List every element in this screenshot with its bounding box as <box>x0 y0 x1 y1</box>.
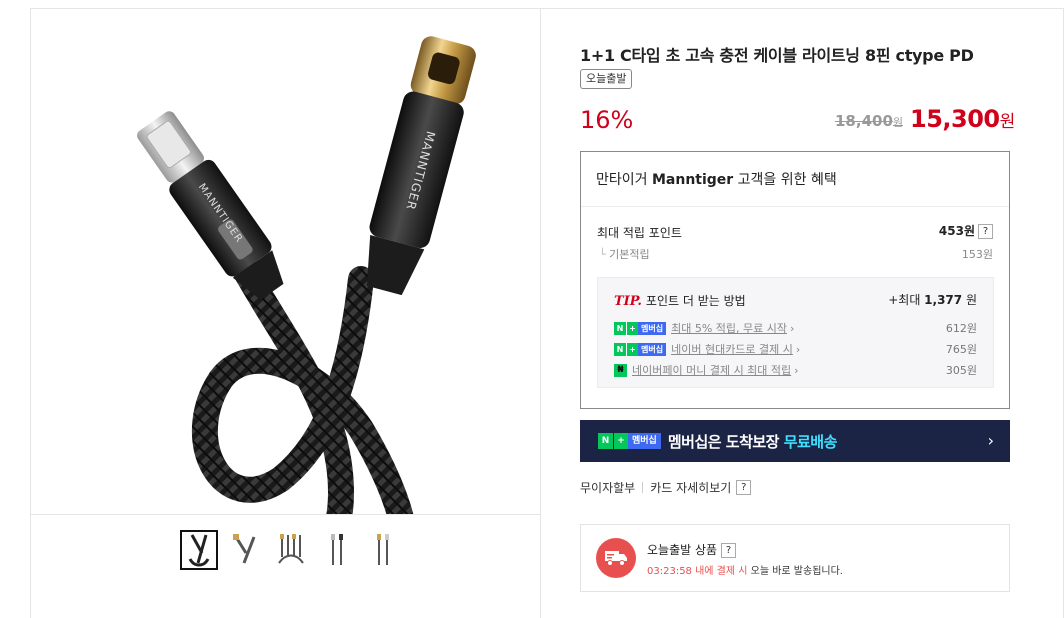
product-title: 1+1 C타입 초 고속 충전 케이블 라이트닝 8핀 ctype PD <box>580 46 974 65</box>
cable-image: MANNTIGER MANNTIGER <box>137 36 476 514</box>
gallery-divider <box>31 514 540 515</box>
product-thumbnail[interactable] <box>364 530 402 570</box>
thumbnail-cable-icon <box>278 534 304 564</box>
tip-item-value: 612원 <box>945 322 977 335</box>
tip-item-link[interactable]: 네이버 현대카드로 결제 시 <box>671 341 793 357</box>
tip-item-link[interactable]: 최대 5% 적립, 무료 시작 <box>671 320 787 336</box>
separator <box>642 482 644 493</box>
today-help-button[interactable]: ? <box>721 543 737 558</box>
max-point-value: 453원? <box>939 222 993 239</box>
benefit-box: 만타이거 Manntiger 고객을 위한 혜택 최대 적립 포인트 453원?… <box>580 151 1010 409</box>
max-point-help-button[interactable]: ? <box>978 224 993 239</box>
thumbnail-cable-icon <box>233 534 256 564</box>
tip-max-point: +최대 1,377 원 <box>888 293 977 307</box>
today-shipping-countdown: 03:23:58 내에 결제 시 오늘 바로 발송됩니다. <box>647 566 843 577</box>
chevron-right-icon: › <box>794 363 799 377</box>
original-price: 18,400원 <box>835 112 904 130</box>
thumbnail-cable-icon <box>331 534 343 565</box>
tip-item-membership[interactable]: N + 멤버십 최대 5% 적립, 무료 시작 › <box>614 320 794 336</box>
card-help-button[interactable]: ? <box>736 480 752 495</box>
card-detail-link[interactable]: 카드 자세히보기 <box>650 479 731 496</box>
product-thumbnail[interactable] <box>318 530 356 570</box>
thumbnail-cable-icon <box>377 534 389 565</box>
discount-rate: 16% <box>580 106 634 134</box>
naver-membership-badge-icon: N + 멤버십 <box>598 433 661 449</box>
column-divider <box>540 8 541 618</box>
chevron-right-icon: › <box>795 342 801 356</box>
chevron-right-icon: › <box>987 431 994 450</box>
tip-box: TIP. 포인트 더 받는 방법 +최대 1,377 원 N + 멤버십 최대 5% … <box>597 277 994 388</box>
today-shipping-title: 오늘출발 상품? <box>647 541 737 558</box>
tip-item-npay-money[interactable]: ₦ 네이버페이 머니 결제 시 최대 적립 › <box>614 362 799 378</box>
base-point-value: 153원 <box>961 248 993 261</box>
membership-banner[interactable]: N + 멤버십 멤버십은 도착보장 무료배송 › <box>580 420 1010 462</box>
tip-item-value: 305원 <box>945 364 977 377</box>
tip-title: TIP. 포인트 더 받는 방법 <box>614 294 746 309</box>
naver-membership-badge-icon: N + 멤버십 <box>614 342 667 356</box>
today-shipping-tag: 오늘출발 <box>580 69 633 89</box>
sale-price: 15,300원 <box>910 105 1015 133</box>
naver-pay-icon: ₦ <box>614 363 627 377</box>
installment-label: 무이자할부 <box>580 481 636 495</box>
tip-item-value: 765원 <box>945 343 977 356</box>
product-main-image[interactable]: MANNTIGER MANNTIGER <box>31 9 539 514</box>
chevron-right-icon: › <box>790 321 795 335</box>
thumbnail-cable-icon <box>188 534 210 567</box>
today-shipping-box: 오늘출발 상품? 03:23:58 내에 결제 시 오늘 바로 발송됩니다. <box>580 524 1010 592</box>
max-point-label: 최대 적립 포인트 <box>597 226 682 240</box>
truck-icon <box>596 538 636 578</box>
product-thumbnail[interactable] <box>272 530 310 570</box>
thumbnail-strip <box>180 530 402 570</box>
naver-membership-badge-icon: N + 멤버십 <box>614 321 667 335</box>
payment-info: 무이자할부 카드 자세히보기 ? <box>580 479 752 496</box>
benefit-heading: 만타이거 Manntiger 고객을 위한 혜택 <box>581 152 1009 207</box>
tree-connector-icon: └ <box>599 248 610 261</box>
base-point-label: └ 기본적립 <box>599 248 650 261</box>
product-thumbnail[interactable] <box>180 530 218 570</box>
banner-text: 멤버십은 도착보장 무료배송 <box>667 432 838 451</box>
product-thumbnail[interactable] <box>226 530 264 570</box>
tip-item-link[interactable]: 네이버페이 머니 결제 시 최대 적립 <box>632 362 791 378</box>
tip-item-card[interactable]: N + 멤버십 네이버 현대카드로 결제 시 › <box>614 341 800 357</box>
